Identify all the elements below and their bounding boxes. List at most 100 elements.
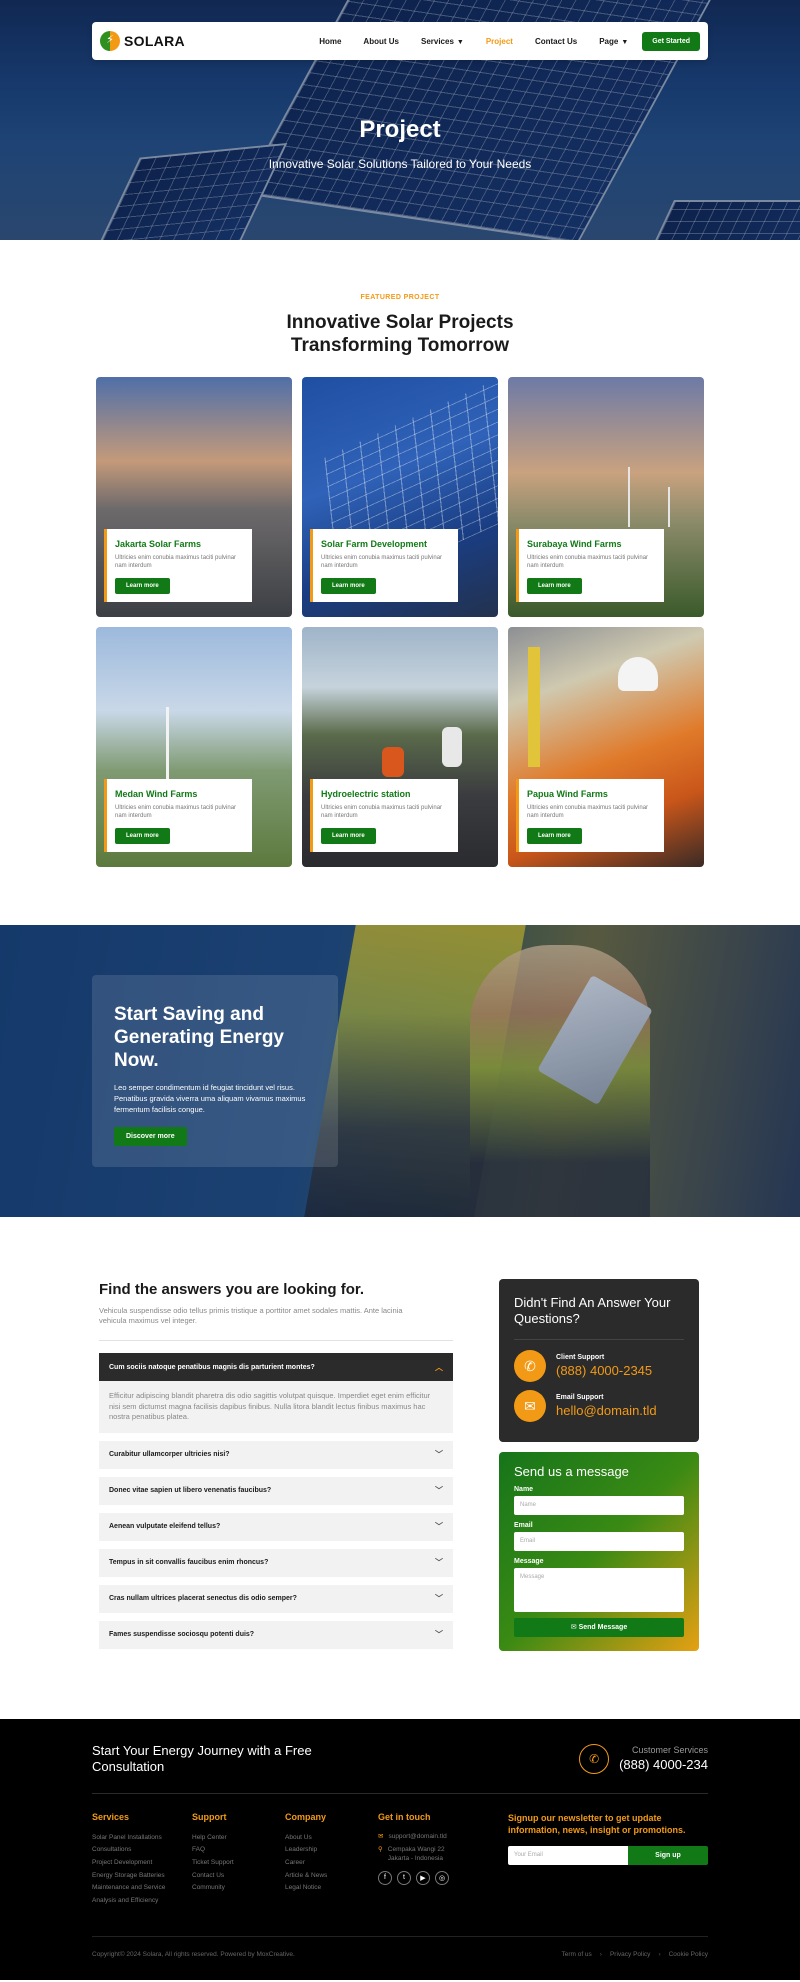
nav-link-about[interactable]: About Us [363,37,399,46]
footer-link[interactable]: Analysis and Efficiency [92,1895,192,1908]
footer-link[interactable]: Help Center [192,1832,285,1845]
youtube-icon[interactable]: ▶ [416,1870,430,1885]
project-card[interactable]: Solar Farm Development Ultricies enim co… [302,377,498,617]
support-phone[interactable]: (888) 4000-2345 [556,1363,652,1378]
footer-link[interactable]: Energy Storage Batteries [92,1870,192,1883]
name-label: Name [514,1486,534,1493]
faq-section: Find the answers you are looking for. Ve… [99,1279,701,1657]
faq-title: Find the answers you are looking for. [99,1281,365,1298]
footer-link[interactable]: Maintenance and Service [92,1882,192,1895]
nav-link-home[interactable]: Home [319,37,341,46]
site-footer: Start Your Energy Journey with a Free Co… [0,1718,800,1980]
social-links: f t ▶ ◎ [378,1870,508,1885]
nav-links: Home About Us Services ▼ Project Contact … [319,37,628,46]
footer-columns: Services Solar Panel Installations Consu… [92,1812,708,1908]
map-pin-icon: ⚲ [378,1845,383,1853]
project-info: Hydroelectric station Ultricies enim con… [310,779,458,852]
project-title: Solar Farm Development [321,539,428,549]
learn-more-button[interactable]: Learn more [321,578,376,594]
email-support[interactable]: ✉ Email Support hello@domain.tld [514,1390,684,1422]
faq-sidebar: Didn't Find An Answer Your Questions? ✆ … [499,1279,699,1657]
client-support[interactable]: ✆ Client Support (888) 4000-2345 [514,1350,684,1382]
facebook-icon[interactable]: f [378,1870,392,1885]
discover-more-button[interactable]: Discover more [114,1127,187,1146]
learn-more-button[interactable]: Learn more [527,578,582,594]
get-started-button[interactable]: Get Started [642,31,700,51]
twitter-icon[interactable]: t [397,1870,411,1885]
copyright: Copyright© 2024 Solara, All rights reser… [92,1950,295,1958]
project-card[interactable]: Papua Wind Farms Ultricies enim conubia … [508,627,704,867]
chevron-down-icon: ﹀ [435,1486,443,1495]
chevron-down-icon: ﹀ [435,1558,443,1567]
project-card[interactable]: Medan Wind Farms Ultricies enim conubia … [96,627,292,867]
project-text: Ultricies enim conubia maximus taciti pu… [527,805,649,819]
cs-phone[interactable]: (888) 4000-234 [619,1757,708,1772]
support-email[interactable]: hello@domain.tld [556,1403,657,1418]
footer-link[interactable]: Career [285,1857,378,1870]
name-field[interactable]: Name [514,1496,684,1515]
project-info: Medan Wind Farms Ultricies enim conubia … [104,779,252,852]
send-message-button[interactable]: ✉ Send Message [514,1618,684,1637]
footer-link[interactable]: Ticket Support [192,1857,285,1870]
contact-address: Cempaka Wangi 22 Jakarta - Indonesia [387,1845,445,1862]
nav-link-page[interactable]: Page ▼ [599,37,628,46]
project-text: Ultricies enim conubia maximus taciti pu… [115,805,237,819]
project-title: Hydroelectric station [321,789,411,799]
envelope-icon: ✉ [570,1624,579,1631]
signup-button[interactable]: Sign up [628,1845,708,1865]
learn-more-button[interactable]: Learn more [115,828,170,844]
nav-link-contact[interactable]: Contact Us [535,37,577,46]
faq-question[interactable]: Tempus in sit convallis faucibus enim rh… [99,1548,453,1577]
chevron-right-icon: › [599,1950,602,1958]
section-eyebrow: FEATURED PROJECT [360,294,440,301]
email-field[interactable]: Email [514,1532,684,1551]
instagram-icon[interactable]: ◎ [435,1870,449,1885]
footer-top: Start Your Energy Journey with a Free Co… [92,1743,708,1775]
footer-contact: Get in touch ✉ support@domain.tld ⚲ Cempak… [378,1812,508,1908]
project-card[interactable]: Hydroelectric station Ultricies enim con… [302,627,498,867]
newsletter-email-input[interactable]: Your Email [508,1845,628,1865]
faq-question[interactable]: Cras nullam ultrices placerat senectus d… [99,1584,453,1613]
footer-link[interactable]: Legal Notice [285,1882,378,1895]
cta-banner: Start Saving and Generating Energy Now. … [0,925,800,1217]
nav-link-project[interactable]: Project [486,37,513,46]
footer-link[interactable]: Leadership [285,1844,378,1857]
nav-link-services[interactable]: Services ▼ [421,37,464,46]
message-label: Message [514,1558,544,1565]
chevron-right-icon: › [658,1950,661,1958]
project-info: Solar Farm Development Ultricies enim co… [310,529,458,602]
message-title: Send us a message [514,1464,629,1479]
project-card[interactable]: Surabaya Wind Farms Ultricies enim conub… [508,377,704,617]
faq-answer: Efficitur adipiscing blandit pharetra di… [99,1381,453,1433]
footer-link[interactable]: Privacy Policy [610,1951,650,1958]
learn-more-button[interactable]: Learn more [527,828,582,844]
faq-question[interactable]: Curabitur ullamcorper ultricies nisi? ﹀ [99,1440,453,1469]
footer-company: Company About Us Leadership Career Artic… [285,1812,378,1908]
envelope-icon: ✉ [514,1390,546,1422]
learn-more-button[interactable]: Learn more [115,578,170,594]
faq-question-open[interactable]: Cum sociis natoque penatibus magnis dis … [99,1353,453,1381]
project-info: Surabaya Wind Farms Ultricies enim conub… [516,529,664,602]
footer-link[interactable]: FAQ [192,1844,285,1857]
project-card[interactable]: Jakarta Solar Farms Ultricies enim conub… [96,377,292,617]
message-field[interactable]: Message [514,1568,684,1612]
customer-services[interactable]: ✆ Customer Services (888) 4000-234 [579,1743,708,1774]
footer-link[interactable]: Project Development [92,1857,192,1870]
bolt-logo-icon [100,31,120,51]
footer-link[interactable]: Community [192,1882,285,1895]
footer-link[interactable]: Term of us [561,1951,591,1958]
footer-link[interactable]: Contact Us [192,1870,285,1883]
footer-link[interactable]: About Us [285,1832,378,1845]
faq-question[interactable]: Fames suspendisse sociosqu potenti duis?… [99,1620,453,1649]
faq-question[interactable]: Aenean vulputate eleifend tellus? ﹀ [99,1512,453,1541]
section-title: Innovative Solar Projects Transforming T… [286,312,514,356]
divider [514,1339,684,1340]
footer-link[interactable]: Cookie Policy [669,1951,708,1958]
footer-link[interactable]: Consultations [92,1844,192,1857]
footer-link[interactable]: Solar Panel Installations [92,1832,192,1845]
brand-logo[interactable]: SOLARA [100,31,185,51]
faq-question[interactable]: Donec vitae sapien ut libero venenatis f… [99,1476,453,1505]
contact-email[interactable]: support@domain.tld [388,1832,446,1841]
learn-more-button[interactable]: Learn more [321,828,376,844]
footer-link[interactable]: Article & News [285,1870,378,1883]
